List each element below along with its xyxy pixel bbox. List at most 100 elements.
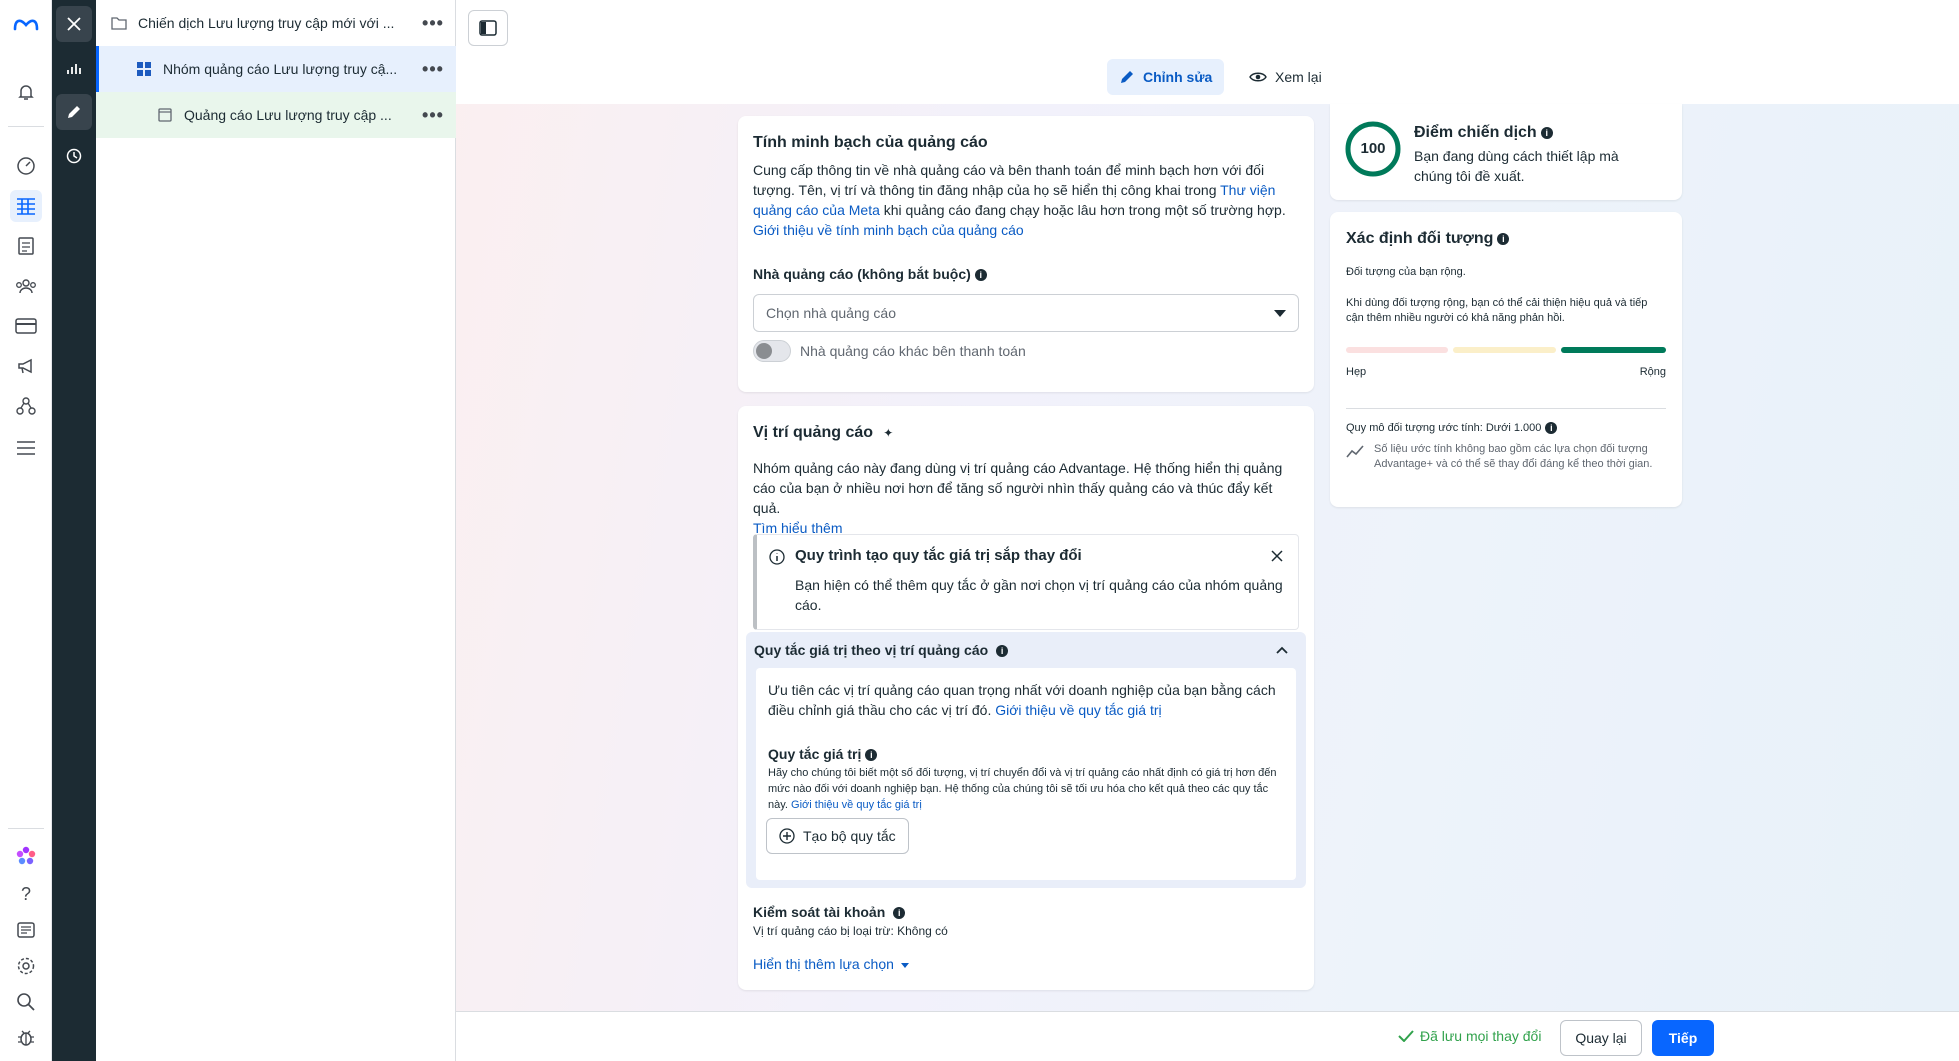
rules-content: Ưu tiên các vị trí quảng cáo quan trọng … [756, 668, 1296, 880]
value-rules-link[interactable]: Giới thiệu về quy tắc giá trị [791, 799, 922, 811]
close-icon[interactable] [56, 6, 92, 42]
tree-item-label: Chiến dịch Lưu lượng truy cập mới với ..… [138, 15, 395, 31]
tab-edit[interactable]: Chỉnh sửa [1107, 59, 1225, 95]
toggle-panel-icon[interactable] [468, 10, 508, 46]
tree-item-label: Quảng cáo Lưu lượng truy cập ... [184, 107, 392, 123]
campaign-tree-panel: Chiến dịch Lưu lượng truy cập mới với ..… [96, 0, 456, 1061]
ad-icon [156, 106, 174, 124]
info-icon[interactable]: i [865, 749, 878, 762]
value-rules-change-notice: Quy trình tạo quy tắc giá trị sắp thay đ… [753, 534, 1299, 630]
ads-manager-table-icon[interactable] [10, 190, 42, 222]
pencil-edit-icon[interactable] [56, 94, 92, 130]
audience-title: Xác định đối tượng i [1346, 230, 1510, 248]
value-rules-description: Hãy cho chúng tôi biết một số đối tượng,… [768, 765, 1288, 813]
audience-definition-card: Xác định đối tượng i Đối tượng của bạn rộ… [1330, 212, 1682, 507]
notice-body: Bạn hiện có thể thêm quy tắc ở gần nơi c… [795, 577, 1283, 613]
audience-size-text: Quy mô đối tượng ước tính: Dưới 1.000 [1346, 422, 1542, 434]
dashboard-gauge-icon[interactable] [10, 150, 42, 182]
advertiser-select[interactable]: Chọn nhà quảng cáo [753, 294, 1299, 332]
events-manager-icon[interactable] [10, 390, 42, 422]
info-icon[interactable]: i [974, 269, 987, 282]
advertiser-label-text: Nhà quảng cáo (không bắt buộc) [753, 266, 971, 282]
meta-ai-flower-icon[interactable] [10, 840, 42, 872]
rules-description: Ưu tiên các vị trí quảng cáo quan trọng … [768, 680, 1284, 720]
card-title: Vị trí quảng cáo [753, 424, 874, 441]
tab-review[interactable]: Xem lại [1239, 59, 1332, 95]
more-options-icon[interactable]: ••• [418, 105, 448, 126]
all-tools-menu-icon[interactable] [10, 432, 42, 464]
score-description: Bạn đang dùng cách thiết lập mà chúng tô… [1414, 148, 1619, 184]
search-icon[interactable] [10, 986, 42, 1018]
save-status-text: Đã lưu mọi thay đổi [1420, 1028, 1542, 1044]
audience-size: Quy mô đối tượng ước tính: Dưới 1.000 i [1346, 422, 1558, 435]
save-status: Đã lưu mọi thay đổi [1398, 1028, 1541, 1044]
show-more-label: Hiển thị thêm lựa chọn [753, 956, 894, 972]
placement-value-rules-section: Quy tắc giá trị theo vị trí quảng cáo i Ư… [746, 632, 1306, 888]
audience-meter-middle [1453, 347, 1556, 353]
back-button[interactable]: Quay lại [1560, 1020, 1642, 1056]
folder-icon [110, 14, 128, 32]
notice-title: Quy trình tạo quy tắc giá trị sắp thay đ… [795, 547, 1082, 564]
news-feed-icon[interactable] [10, 914, 42, 946]
info-icon[interactable]: i [1540, 126, 1553, 139]
value-rules-title-text: Quy tắc giá trị [768, 746, 862, 762]
meta-logo-icon[interactable] [10, 8, 42, 40]
settings-gear-icon[interactable] [10, 950, 42, 982]
bell-icon[interactable] [10, 76, 42, 108]
help-question-icon[interactable]: ? [10, 878, 42, 910]
checkmark-icon [1398, 1030, 1414, 1042]
card-title: Tính minh bạch của quảng cáo [753, 134, 988, 151]
chevron-up-icon[interactable] [1276, 646, 1288, 654]
audience-status: Đối tượng của bạn rộng. [1346, 266, 1466, 278]
bar-chart-icon[interactable] [56, 50, 92, 86]
bug-report-icon[interactable] [10, 1022, 42, 1054]
info-circle-icon [769, 549, 785, 565]
tab-review-label: Xem lại [1275, 69, 1322, 85]
description-text: khi quảng cáo đang chạy hoặc lâu hơn tro… [879, 202, 1286, 218]
caret-down-icon [900, 962, 909, 968]
account-controls-title-text: Kiểm soát tài khoản [753, 904, 886, 920]
history-clock-icon[interactable] [56, 138, 92, 174]
editor-top-bar: Chỉnh sửa Xem lại [456, 0, 1959, 104]
rules-header[interactable]: Quy tắc giá trị theo vị trí quảng cáo i [754, 642, 1009, 658]
info-icon[interactable]: i [996, 645, 1009, 658]
value-rules-link[interactable]: Giới thiệu về quy tắc giá trị [995, 702, 1161, 718]
advertiser-placeholder: Chọn nhà quảng cáo [766, 305, 896, 321]
editor-tool-strip [52, 0, 96, 1061]
rail-divider [8, 126, 44, 127]
trend-line-icon [1346, 445, 1364, 458]
campaign-score-card: 100 Điểm chiến dịch i Bạn đang dùng cách … [1330, 104, 1682, 200]
transparency-learn-link[interactable]: Giới thiệu về tính minh bạch của quảng c… [753, 222, 1024, 238]
billing-card-icon[interactable] [10, 310, 42, 342]
tree-item-ad-set[interactable]: Nhóm quảng cáo Lưu lượng truy cậ... ••• [96, 46, 456, 92]
reports-page-icon[interactable] [10, 230, 42, 262]
info-icon[interactable]: i [1497, 232, 1510, 245]
more-options-icon[interactable]: ••• [418, 13, 448, 34]
score-value: 100 [1360, 140, 1386, 157]
payer-toggle[interactable] [753, 340, 791, 362]
more-options-icon[interactable]: ••• [418, 59, 448, 80]
audience-title-text: Xác định đối tượng [1346, 230, 1494, 247]
next-button[interactable]: Tiếp [1652, 1020, 1714, 1056]
audiences-people-icon[interactable] [10, 270, 42, 302]
tree-item-campaign[interactable]: Chiến dịch Lưu lượng truy cập mới với ..… [96, 0, 456, 46]
close-icon[interactable] [1270, 549, 1284, 563]
transparency-description: Cung cấp thông tin về nhà quảng cáo và b… [753, 160, 1299, 240]
score-title-text: Điểm chiến dịch [1414, 124, 1537, 141]
description-text: Cung cấp thông tin về nhà quảng cáo và b… [753, 162, 1265, 198]
placements-description: Nhóm quảng cáo này đang dùng vị trí quản… [753, 458, 1299, 538]
value-rules-title: Quy tắc giá trị i [768, 746, 878, 762]
account-controls-title: Kiểm soát tài khoản i [753, 904, 906, 920]
info-icon[interactable]: i [893, 907, 906, 920]
placements-title-row: Vị trí quảng cáo ✦ [753, 424, 893, 442]
info-icon[interactable]: i [1545, 422, 1558, 435]
tree-item-ad[interactable]: Quảng cáo Lưu lượng truy cập ... ••• [96, 92, 456, 138]
audience-meter-narrow [1346, 347, 1448, 353]
advertiser-field-label: Nhà quảng cáo (không bắt buộc) i [753, 266, 987, 282]
show-more-options-link[interactable]: Hiển thị thêm lựa chọn [753, 956, 909, 972]
audience-size-note: Số liệu ước tính không bao gồm các lựa c… [1374, 443, 1653, 470]
megaphone-icon[interactable] [10, 350, 42, 382]
create-rule-label: Tạo bộ quy tắc [803, 828, 896, 844]
create-rule-set-button[interactable]: Tạo bộ quy tắc [766, 818, 909, 854]
main-editor-area: Chỉnh sửa Xem lại Tính minh bạch của quả… [456, 0, 1959, 1011]
